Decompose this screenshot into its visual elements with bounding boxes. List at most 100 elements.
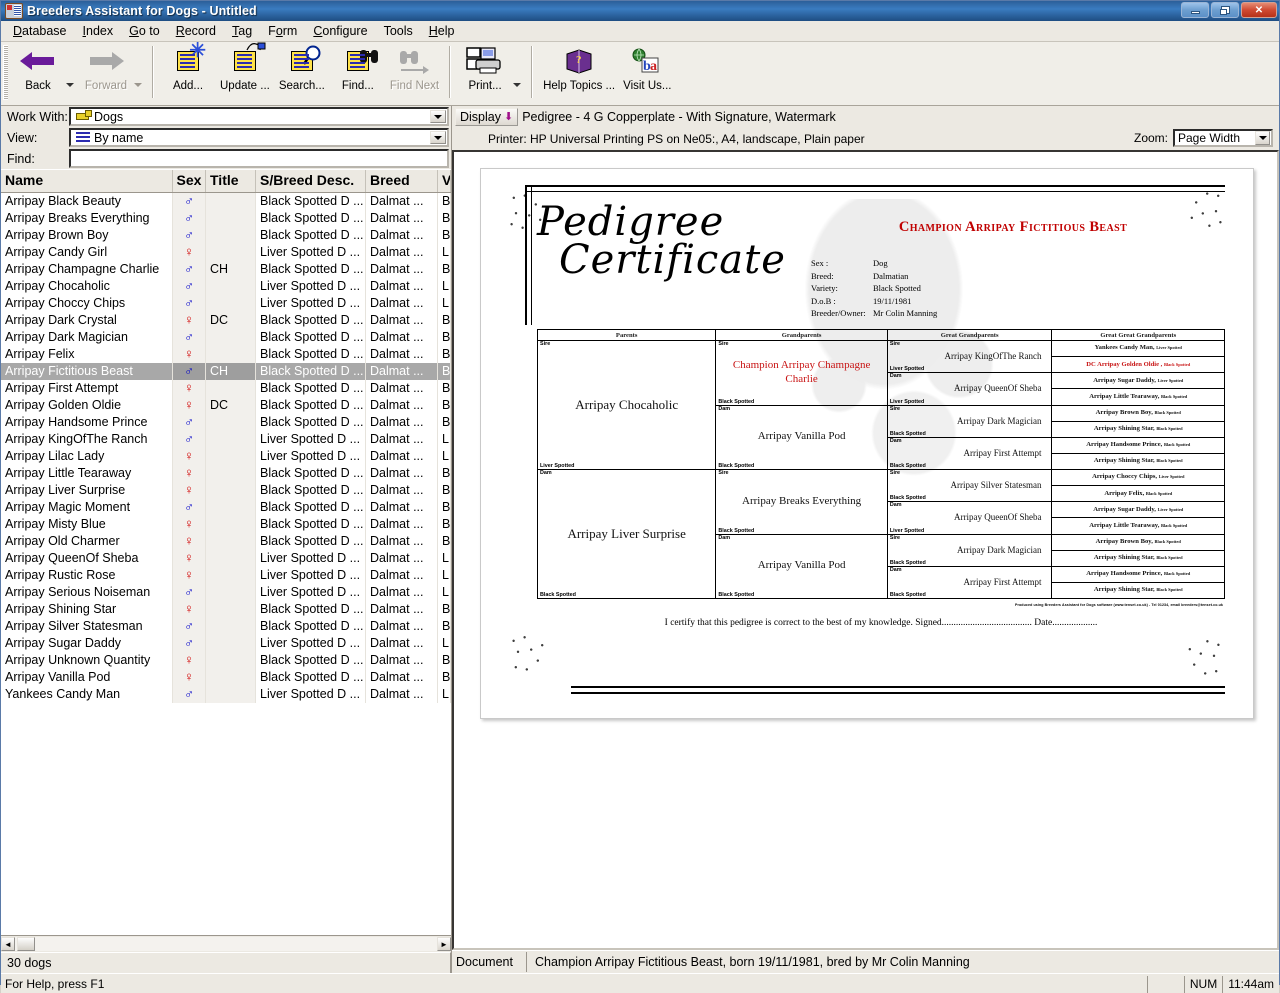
print-dropdown-arrow-icon[interactable]: [513, 83, 523, 87]
cell-variety: B: [438, 380, 451, 397]
work-with-dropdown-arrow-icon[interactable]: [430, 110, 446, 123]
table-row[interactable]: Arripay Liver Surprise ♀ Black Spotted D .…: [1, 482, 451, 499]
cell-name: Arripay First Attempt: [1, 380, 173, 397]
display-button[interactable]: Display ⬇: [455, 108, 519, 126]
close-button[interactable]: ✕: [1241, 2, 1277, 18]
list-horizontal-scrollbar[interactable]: ◄ ►: [1, 935, 451, 952]
toolbar-help-topics-button[interactable]: ? Help Topics ...: [539, 42, 619, 102]
zoom-combo[interactable]: Page Width: [1173, 129, 1273, 147]
menu-record[interactable]: Record: [168, 22, 224, 40]
column-header-sex[interactable]: Sex: [173, 170, 206, 192]
table-row[interactable]: Arripay Little Tearaway ♀ Black Spotted D …: [1, 465, 451, 482]
view-dropdown-arrow-icon[interactable]: [430, 131, 446, 144]
pedigree-cell-tag: Sire: [889, 341, 901, 347]
menu-form[interactable]: Form: [260, 22, 305, 40]
zoom-dropdown-arrow-icon[interactable]: [1255, 131, 1270, 145]
scroll-thumb[interactable]: [17, 937, 35, 951]
table-row[interactable]: Arripay Serious Noiseman ♂ Liver Spotted D…: [1, 584, 451, 601]
cell-sbreed-desc: Liver Spotted D ...: [256, 278, 366, 295]
toolbar-separator: [152, 46, 154, 98]
toolbar-visit-us-button[interactable]: b a Visit Us...: [619, 42, 675, 102]
cell-title: [206, 329, 256, 346]
column-header-v[interactable]: V: [438, 170, 451, 192]
table-row[interactable]: Arripay Chocaholic ♂ Liver Spotted D ... Da…: [1, 278, 451, 295]
cell-sbreed-desc: Black Spotted D ...: [256, 499, 366, 516]
cell-sbreed-desc: Black Spotted D ...: [256, 193, 366, 210]
column-header-sbreed[interactable]: S/Breed Desc.: [256, 170, 366, 192]
menu-database[interactable]: Database: [5, 22, 75, 40]
scroll-track[interactable]: [15, 937, 437, 951]
document-preview-area[interactable]: Pedigree Certificate Champion Arripay Fi…: [452, 150, 1279, 950]
menu-goto[interactable]: Go to: [121, 22, 168, 40]
table-row[interactable]: Arripay Choccy Chips ♂ Liver Spotted D ...…: [1, 295, 451, 312]
table-row[interactable]: Arripay Silver Statesman ♂ Black Spotted D…: [1, 618, 451, 635]
pedigree-cell-tag: Dam: [718, 405, 731, 412]
scroll-left-button[interactable]: ◄: [1, 937, 15, 951]
pedigree-cell-variety: Liver Spotted: [889, 398, 925, 405]
menu-tools[interactable]: Tools: [376, 22, 421, 40]
toolbar-separator-2: [449, 46, 452, 98]
table-row[interactable]: Arripay KingOfThe Ranch ♂ Liver Spotted D …: [1, 431, 451, 448]
menu-bar: Database Index Go to Record Tag Form Con…: [1, 21, 1279, 42]
pedigree-cell: Arripay Shining Star, Black Spotted: [1052, 422, 1224, 438]
toolbar-find-button[interactable]: Find...: [330, 42, 386, 102]
table-row[interactable]: Arripay Sugar Daddy ♂ Liver Spotted D ... D…: [1, 635, 451, 652]
records-list[interactable]: Arripay Black Beauty ♂ Black Spotted D ...…: [1, 193, 451, 935]
table-row[interactable]: Yankees Candy Man ♂ Liver Spotted D ... Dal…: [1, 686, 451, 703]
table-row[interactable]: Arripay Dark Crystal ♀ DC Black Spotted D .…: [1, 312, 451, 329]
table-row[interactable]: Arripay Unknown Quantity ♀ Black Spotted D…: [1, 652, 451, 669]
table-row[interactable]: Arripay First Attempt ♀ Black Spotted D ..…: [1, 380, 451, 397]
certificate-sheet[interactable]: Pedigree Certificate Champion Arripay Fi…: [480, 168, 1254, 719]
menu-configure[interactable]: Configure: [305, 22, 375, 40]
table-row[interactable]: Arripay Rustic Rose ♀ Liver Spotted D ... D…: [1, 567, 451, 584]
view-combo[interactable]: By name: [69, 128, 449, 147]
table-row[interactable]: Arripay Black Beauty ♂ Black Spotted D ...…: [1, 193, 451, 210]
cell-sbreed-desc: Black Spotted D ...: [256, 601, 366, 618]
find-input[interactable]: [69, 149, 449, 168]
work-with-combo[interactable]: Dogs: [69, 107, 449, 126]
display-dropdown-arrow-icon[interactable]: ⬇: [504, 111, 513, 122]
minimize-button[interactable]: [1181, 2, 1209, 18]
cell-variety: B: [438, 499, 451, 516]
cell-sex: ♂: [173, 261, 206, 278]
table-row[interactable]: Arripay Fictitious Beast ♂ CH Black Spotted…: [1, 363, 451, 380]
cell-title: [206, 601, 256, 618]
status-help-text: For Help, press F1: [5, 976, 105, 991]
toolbar-search-button[interactable]: Search...: [274, 42, 330, 102]
table-row[interactable]: Arripay Old Charmer ♀ Black Spotted D ... D…: [1, 533, 451, 550]
toolbar-print-button[interactable]: Print...: [457, 42, 513, 102]
toolbar-back-button[interactable]: Back: [10, 42, 66, 102]
table-row[interactable]: Arripay Shining Star ♀ Black Spotted D ...…: [1, 601, 451, 618]
certificate-signature-line: I certify that this pedigree is correct …: [664, 618, 1098, 628]
maximize-button[interactable]: [1211, 2, 1239, 18]
scroll-right-button[interactable]: ►: [437, 937, 451, 951]
table-row[interactable]: Arripay Felix ♀ Black Spotted D ... Dalmat …: [1, 346, 451, 363]
table-row[interactable]: Arripay QueenOf Sheba ♀ Liver Spotted D ..…: [1, 550, 451, 567]
menu-index[interactable]: Index: [75, 22, 122, 40]
column-header-name[interactable]: Name: [1, 170, 173, 192]
table-row[interactable]: Arripay Champagne Charlie ♂ CH Black Spotte…: [1, 261, 451, 278]
pedigree-cell-name: Arripay Dark Magician: [957, 544, 1042, 555]
table-row[interactable]: Arripay Breaks Everything ♂ Black Spotted …: [1, 210, 451, 227]
cell-sex: ♂: [173, 584, 206, 601]
table-row[interactable]: Arripay Misty Blue ♀ Black Spotted D ... Da…: [1, 516, 451, 533]
table-row[interactable]: Arripay Brown Boy ♂ Black Spotted D ... Dal…: [1, 227, 451, 244]
cell-sbreed-desc: Black Spotted D ...: [256, 380, 366, 397]
pedigree-cell-variety: Black Spotted: [889, 559, 926, 566]
table-row[interactable]: Arripay Lilac Lady ♀ Liver Spotted D ... Da…: [1, 448, 451, 465]
back-dropdown-arrow-icon[interactable]: [66, 83, 76, 87]
column-header-title[interactable]: Title: [206, 170, 256, 192]
menu-tag[interactable]: Tag: [224, 22, 260, 40]
toolbar-add-button[interactable]: ✳ Add...: [160, 41, 216, 102]
table-row[interactable]: Arripay Magic Moment ♂ Black Spotted D ...…: [1, 499, 451, 516]
table-row[interactable]: Arripay Handsome Prince ♂ Black Spotted D …: [1, 414, 451, 431]
menu-help[interactable]: Help: [421, 22, 463, 40]
table-row[interactable]: Arripay Dark Magician ♂ Black Spotted D ..…: [1, 329, 451, 346]
toolbar-grip[interactable]: [3, 45, 8, 100]
column-header-breed[interactable]: Breed: [366, 170, 438, 192]
table-row[interactable]: Arripay Vanilla Pod ♀ Black Spotted D ... D…: [1, 669, 451, 686]
toolbar-update-button[interactable]: Update ...: [216, 42, 274, 102]
table-row[interactable]: Arripay Golden Oldie ♀ DC Black Spotted D .…: [1, 397, 451, 414]
table-row[interactable]: Arripay Candy Girl ♀ Liver Spotted D ... Da…: [1, 244, 451, 261]
record-count-status: 30 dogs: [1, 952, 451, 973]
